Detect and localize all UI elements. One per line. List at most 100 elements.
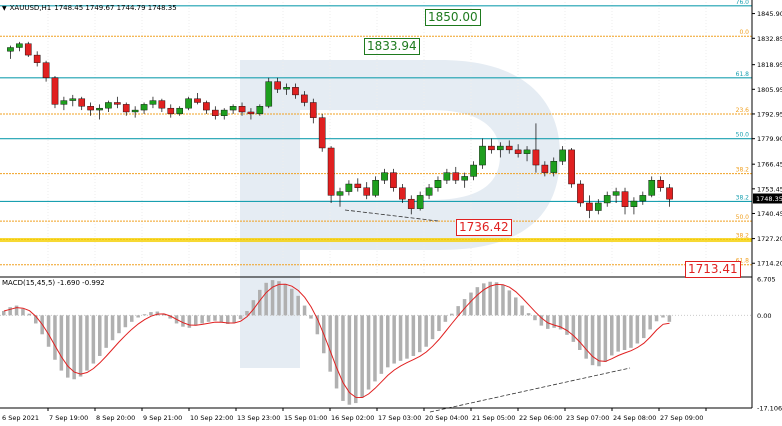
candle-body <box>505 145 513 151</box>
fib-label: 38.2 <box>736 167 750 174</box>
fib-label: 76.0 <box>736 0 750 6</box>
macd-bar <box>603 315 608 362</box>
macd-bar <box>360 315 364 398</box>
macd-bar <box>72 315 76 380</box>
price-tick-label: 1845.90 <box>757 10 782 18</box>
candle-body <box>345 183 353 192</box>
macd-bar <box>98 315 102 356</box>
macd-bar <box>635 315 640 344</box>
time-tick-label: 23 Sep 07:00 <box>566 414 609 422</box>
symbol-label: XAUUSD,H1 <box>9 4 52 12</box>
candle-body <box>399 187 406 200</box>
candle-body <box>407 198 415 209</box>
macd-bar <box>264 282 268 316</box>
candle-body <box>229 106 237 111</box>
macd-bar <box>123 315 128 328</box>
macd-bar <box>104 315 108 348</box>
candle-body <box>211 109 219 116</box>
macd-bar <box>533 315 537 321</box>
price-tick-label: 1779.90 <box>757 135 782 143</box>
macd-bar <box>629 315 633 348</box>
candle-body <box>327 147 335 196</box>
candle-body <box>363 187 371 196</box>
candle-body <box>461 176 469 181</box>
candle-body <box>523 149 531 154</box>
candle-body <box>158 100 166 109</box>
macd-bar <box>482 283 486 316</box>
macd-bar <box>66 315 70 378</box>
macd-bar <box>443 315 448 322</box>
macd-bar <box>667 315 672 322</box>
candle-body <box>425 187 433 196</box>
candle-body <box>274 81 281 90</box>
price-axis: 1845.90 1832.85 1818.95 1805.95 1792.95 1779.… <box>752 10 782 413</box>
candle-body <box>176 107 183 115</box>
candle-body <box>514 149 522 154</box>
macd-bar <box>610 315 614 356</box>
macd-bar <box>648 315 652 330</box>
candle-body <box>78 98 86 107</box>
macd-bar <box>53 315 57 360</box>
time-tick-label: 20 Sep 04:00 <box>425 414 468 422</box>
macd-bar <box>584 315 588 359</box>
chart-header: ▼ XAUUSD,H1 1748.45 1749.67 1744.79 1748… <box>2 2 177 14</box>
macd-bar <box>597 315 601 367</box>
macd-bar <box>149 312 153 316</box>
price-tick-label: 1753.45 <box>757 185 782 193</box>
macd-bar <box>469 292 473 316</box>
fib-label: 50.0 <box>736 132 750 139</box>
macd-bar <box>8 307 12 316</box>
price-tick-label: 1766.45 <box>757 161 782 169</box>
macd-bar <box>354 315 358 404</box>
macd-bar <box>117 315 121 334</box>
candle-body <box>452 172 460 181</box>
candle-body <box>603 195 611 204</box>
collapse-triangle-icon[interactable]: ▼ <box>2 5 7 12</box>
price-tick-label: 1805.95 <box>757 86 782 94</box>
macd-bar <box>571 315 576 342</box>
macd-bar <box>334 315 339 389</box>
fib-label: 23.6 <box>736 107 750 114</box>
price-tick-label: 1727.20 <box>757 235 782 243</box>
candle-body <box>96 107 103 111</box>
macd-trendline <box>429 367 631 413</box>
candle-body <box>354 183 362 188</box>
macd-histogram <box>0 280 752 405</box>
candle-body <box>594 202 602 211</box>
time-tick-label: 22 Sep 06:00 <box>519 414 562 422</box>
candle-body <box>497 145 504 151</box>
candle-body <box>283 87 290 90</box>
macd-label: MACD(15,45,5) -1.690 -0.992 <box>2 279 105 287</box>
macd-tick-label: -17.106 <box>757 405 782 413</box>
candle-body <box>630 200 638 207</box>
price-tick-label: 1792.95 <box>757 110 782 118</box>
fib-label: 38.2 <box>736 194 750 201</box>
fib-band <box>0 238 752 243</box>
macd-bar <box>450 313 454 316</box>
candle-body <box>265 81 273 107</box>
candle-body <box>87 106 94 111</box>
price-tick-label: 1832.85 <box>757 35 782 43</box>
macd-bar <box>475 287 480 316</box>
candle-body <box>666 187 673 200</box>
candle-body <box>167 107 175 115</box>
candle-body <box>238 106 246 113</box>
macd-bar <box>341 315 345 401</box>
candle-body <box>470 164 477 177</box>
candle-body <box>621 191 629 207</box>
candle-body <box>577 183 584 204</box>
candle-body <box>443 172 451 181</box>
time-tick-label: 7 Sep 19:00 <box>49 414 88 422</box>
macd-bar <box>181 315 185 327</box>
annotation-1713: 1713.41 <box>685 261 741 278</box>
macd-bar <box>437 315 441 332</box>
macd-bar <box>277 281 281 316</box>
time-tick-label: 27 Sep 09:00 <box>660 414 703 422</box>
macd-bar <box>398 315 403 361</box>
macd-tick-label: 6.705 <box>757 276 776 284</box>
time-tick-label: 9 Sep 21:00 <box>143 414 182 422</box>
macd-bar <box>405 315 409 359</box>
current-price-label: 1748.35 <box>756 195 782 203</box>
candle-body <box>16 43 23 48</box>
candle-body <box>586 202 593 211</box>
